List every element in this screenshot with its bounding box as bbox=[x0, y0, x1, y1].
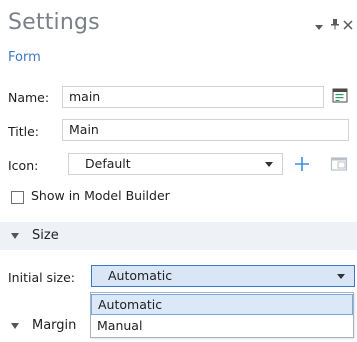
close-icon bbox=[343, 20, 353, 30]
plus-icon bbox=[295, 157, 309, 171]
name-field[interactable]: main bbox=[62, 86, 324, 108]
dropdown-option-manual[interactable]: Manual bbox=[91, 316, 353, 337]
show-in-model-builder-label: Show in Model Builder bbox=[31, 188, 170, 203]
name-label: Name: bbox=[8, 90, 50, 105]
size-section-label: Size bbox=[32, 228, 59, 243]
close-button[interactable] bbox=[343, 15, 354, 30]
icon-label: Icon: bbox=[8, 158, 39, 173]
chevron-down-icon bbox=[315, 25, 323, 30]
initial-size-select[interactable]: Automatic bbox=[91, 265, 355, 287]
form-editor-button[interactable] bbox=[331, 87, 349, 105]
panel-title: Settings bbox=[8, 10, 100, 35]
initial-size-label: Initial size: bbox=[8, 270, 76, 285]
icon-options-button[interactable] bbox=[330, 156, 348, 172]
initial-size-dropdown-list: Automatic Manual bbox=[90, 292, 354, 338]
panel-subtitle: Form bbox=[8, 50, 41, 65]
add-icon-button[interactable] bbox=[293, 155, 311, 173]
size-section-header[interactable]: Size bbox=[0, 222, 357, 250]
collapse-triangle-icon bbox=[11, 233, 19, 239]
collapse-triangle-icon bbox=[11, 323, 19, 329]
title-field[interactable]: Main bbox=[62, 119, 349, 141]
form-editor-icon bbox=[332, 88, 348, 103]
initial-size-select-value: Automatic bbox=[108, 268, 173, 283]
layout-icon bbox=[330, 157, 348, 171]
title-label: Title: bbox=[8, 124, 39, 139]
margins-section-label: Margin bbox=[32, 318, 77, 333]
icon-select[interactable]: Default bbox=[68, 153, 283, 175]
pin-icon bbox=[331, 19, 339, 30]
icon-select-value: Default bbox=[85, 156, 131, 171]
show-in-model-builder-checkbox[interactable] bbox=[11, 191, 24, 204]
dropdown-option-automatic[interactable]: Automatic bbox=[91, 294, 353, 315]
chevron-down-icon bbox=[265, 162, 273, 167]
chevron-down-icon bbox=[337, 274, 345, 279]
pin-button[interactable] bbox=[330, 15, 340, 30]
pane-menu-button[interactable] bbox=[314, 17, 326, 30]
